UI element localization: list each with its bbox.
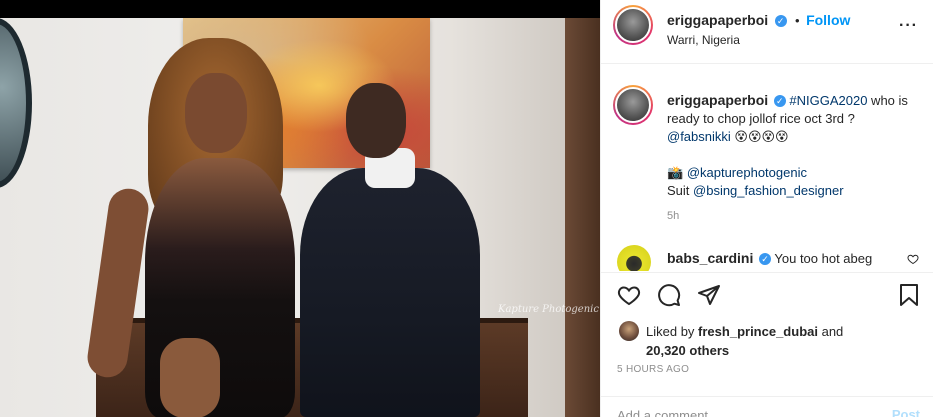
comment-text-line: babs_cardini ✓ You too hot abeg bbox=[667, 250, 872, 266]
camera-icon: 📸 bbox=[667, 165, 684, 180]
comment-item: babs_cardini ✓ You too hot abeg bbox=[613, 245, 923, 271]
caption-author-username[interactable]: eriggapaperboi bbox=[667, 92, 768, 108]
bookmark-icon[interactable] bbox=[897, 283, 921, 307]
caption-emoji: 😵😵😵😵 bbox=[730, 129, 789, 144]
comment-body: You too hot abeg bbox=[774, 251, 873, 266]
comments-section[interactable]: eriggapaperboi ✓ #NIGGA2020 who is ready… bbox=[601, 65, 933, 271]
likes-text: Liked by fresh_prince_dubai and 20,320 o… bbox=[646, 322, 906, 360]
caption-timestamp: 5h bbox=[667, 210, 680, 222]
post-header: eriggapaperboi ✓ • Follow Warri, Nigeria… bbox=[601, 0, 933, 64]
wall-mirror bbox=[0, 18, 32, 188]
man-suit bbox=[300, 168, 480, 417]
wood-wall-panel bbox=[565, 18, 600, 417]
likes-prefix: Liked by bbox=[646, 324, 699, 339]
suit-credit-label: Suit bbox=[667, 183, 694, 198]
woman-leg bbox=[160, 338, 220, 417]
commenter-username[interactable]: babs_cardini bbox=[667, 250, 753, 266]
ellipsis-icon[interactable]: ··· bbox=[899, 17, 918, 35]
post-timestamp[interactable]: 5 HOURS AGO bbox=[617, 364, 689, 375]
likes-and: and bbox=[817, 324, 844, 339]
action-bar bbox=[601, 272, 933, 316]
post-photo[interactable]: Kapture Photogenic bbox=[0, 18, 600, 417]
comment-bubble-icon[interactable] bbox=[657, 283, 681, 307]
man-head bbox=[346, 83, 406, 158]
commenter-avatar[interactable] bbox=[617, 245, 651, 271]
liker-avatar[interactable] bbox=[619, 321, 639, 341]
separator-dot: • bbox=[795, 13, 800, 28]
post-side-panel: eriggapaperboi ✓ • Follow Warri, Nigeria… bbox=[600, 0, 933, 417]
add-comment-bar: Post bbox=[601, 396, 933, 417]
caption-text: eriggapaperboi ✓ #NIGGA2020 who is ready… bbox=[667, 91, 917, 200]
comment-input[interactable] bbox=[617, 405, 867, 417]
comment-like-heart-icon[interactable] bbox=[907, 253, 919, 265]
verified-badge-icon: ✓ bbox=[774, 15, 787, 27]
paper-plane-icon[interactable] bbox=[697, 283, 721, 307]
follow-button[interactable]: Follow bbox=[806, 12, 850, 28]
first-liker-username[interactable]: fresh_prince_dubai bbox=[698, 324, 818, 339]
author-line: eriggapaperboi ✓ • Follow bbox=[667, 12, 850, 30]
verified-badge-icon: ✓ bbox=[773, 95, 786, 107]
post-location[interactable]: Warri, Nigeria bbox=[667, 33, 740, 47]
mention-photographer[interactable]: @kapturephotogenic bbox=[687, 165, 807, 180]
mention-designer[interactable]: @bsing_fashion_designer bbox=[693, 183, 844, 198]
caption-author-avatar[interactable] bbox=[613, 85, 653, 125]
likes-count-link[interactable]: 20,320 others bbox=[646, 343, 729, 358]
heart-icon[interactable] bbox=[617, 283, 641, 307]
post-comment-button[interactable]: Post bbox=[892, 407, 920, 417]
mention-fabsnikki[interactable]: @fabsnikki bbox=[667, 129, 731, 144]
caption-hashtag[interactable]: #NIGGA2020 bbox=[789, 93, 867, 108]
verified-badge-icon: ✓ bbox=[759, 253, 771, 265]
woman-face bbox=[185, 73, 247, 153]
author-avatar[interactable] bbox=[613, 5, 653, 45]
author-username[interactable]: eriggapaperboi bbox=[667, 12, 768, 28]
photo-watermark: Kapture Photogenic bbox=[498, 304, 599, 315]
